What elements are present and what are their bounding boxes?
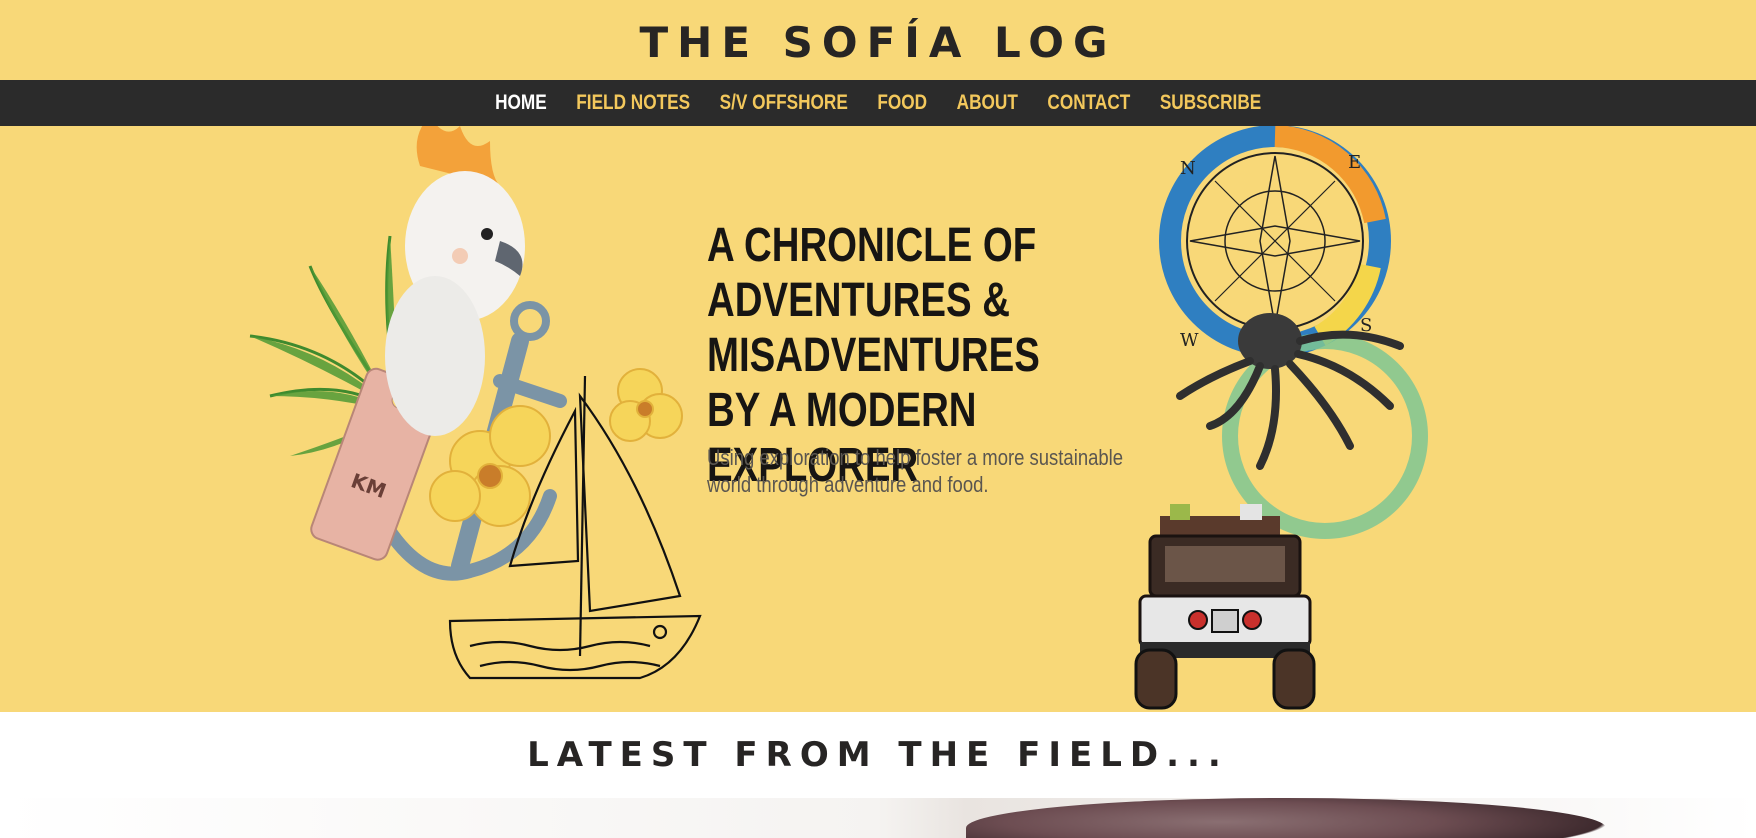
compass-letter-e: E xyxy=(1348,152,1361,173)
latest-section: LATEST FROM THE FIELD... xyxy=(0,712,1756,798)
compass-letter-n: N xyxy=(1180,158,1196,179)
site-title[interactable]: THE SOFÍA LOG xyxy=(640,14,1117,67)
hero-subtext: Using exploration to help foster a more … xyxy=(707,445,1124,497)
compass-letter-w: W xyxy=(1180,330,1199,351)
latest-post-photo xyxy=(966,798,1606,838)
nav-item-sv-offshore[interactable]: S/V OFFSHORE xyxy=(705,91,863,115)
hero-section: KM N E S W A CHRONICLE OF ADVENTURES & M… xyxy=(0,126,1756,712)
nav-item-field-notes[interactable]: FIELD NOTES xyxy=(561,91,704,115)
latest-heading: LATEST FROM THE FIELD... xyxy=(527,735,1229,775)
nav-list: HOME FIELD NOTES S/V OFFSHORE FOOD ABOUT… xyxy=(480,91,1276,115)
latest-post-image-strip[interactable] xyxy=(0,798,1756,838)
nav-item-about[interactable]: ABOUT xyxy=(942,91,1033,115)
nav-item-food[interactable]: FOOD xyxy=(862,91,941,115)
land-cruiser-illustration xyxy=(1134,504,1316,710)
site-header: THE SOFÍA LOG xyxy=(0,0,1756,80)
compass-octopus-illustration: N E S W xyxy=(1159,126,1428,539)
nav-item-home[interactable]: HOME xyxy=(480,91,561,115)
wheel-left-icon xyxy=(1134,648,1178,710)
nav-item-subscribe[interactable]: SUBSCRIBE xyxy=(1145,91,1276,115)
sailboat-illustration xyxy=(448,376,702,680)
nav-item-contact[interactable]: CONTACT xyxy=(1032,91,1144,115)
main-nav: HOME FIELD NOTES S/V OFFSHORE FOOD ABOUT… xyxy=(0,80,1756,126)
roof-rack-luggage-icon xyxy=(1160,504,1280,536)
wheel-right-icon xyxy=(1272,648,1316,710)
